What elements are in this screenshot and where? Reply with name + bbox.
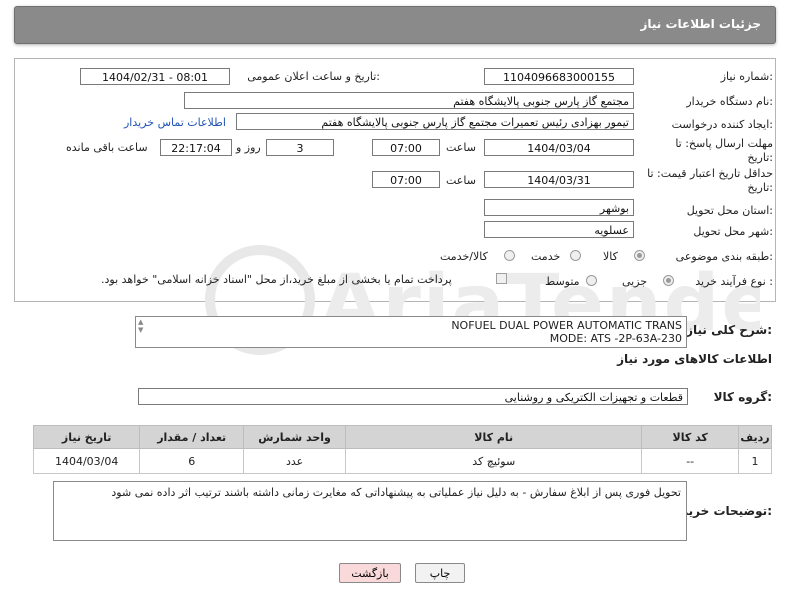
summary-line-2: MODE: ATS -2P-63A-230 bbox=[549, 332, 682, 345]
category-option-goods-service: کالا/خدمت bbox=[440, 250, 488, 263]
cell-need-date: 1404/03/04 bbox=[32, 448, 141, 474]
cell-unit: عدد bbox=[243, 448, 347, 474]
deadline-date-field: 1404/03/04 bbox=[484, 139, 634, 156]
creator-field: تیمور بهزادی رئیس تعمیرات مجتمع گاز پارس… bbox=[236, 113, 634, 130]
buyer-notes-textarea[interactable]: تحویل فوری پس از ابلاغ سفارش - به دلیل ن… bbox=[53, 481, 687, 541]
category-option-goods: کالا bbox=[603, 250, 618, 263]
days-label: روز و bbox=[236, 141, 261, 154]
goods-group-field: قطعات و تجهیزات الکتریکی و روشنایی bbox=[138, 388, 688, 405]
category-radio-goods-service[interactable] bbox=[504, 250, 515, 261]
summary-textarea[interactable]: ▲ ▼ NOFUEL DUAL POWER AUTOMATIC TRANS MOD… bbox=[135, 316, 687, 348]
validity-date-field: 1404/03/31 bbox=[484, 171, 634, 188]
table-row[interactable]: 1 -- سوئیچ کد عدد 6 1404/03/04 bbox=[32, 448, 772, 474]
col-header-row-number: ردیف bbox=[738, 425, 772, 449]
page-header: جزئیات اطلاعات نیاز bbox=[14, 6, 776, 44]
goods-group-label: گروه کالا: bbox=[713, 390, 772, 404]
cell-quantity: 6 bbox=[139, 448, 245, 474]
remaining-label: ساعت باقی مانده bbox=[66, 141, 148, 154]
buyer-org-field: مجتمع گاز پارس جنوبی پالایشگاه هفتم bbox=[184, 92, 634, 109]
announce-label: تاریخ و ساعت اعلان عمومی: bbox=[247, 70, 380, 83]
process-label: نوع فرآیند خرید : bbox=[695, 275, 773, 288]
category-option-service: خدمت bbox=[531, 250, 561, 263]
process-radio-medium[interactable] bbox=[586, 275, 597, 286]
col-header-item-name: نام کالا bbox=[345, 425, 643, 449]
days-field: 3 bbox=[266, 139, 334, 156]
summary-line-1: NOFUEL DUAL POWER AUTOMATIC TRANS bbox=[451, 319, 682, 332]
city-label: شهر محل تحویل: bbox=[693, 225, 773, 238]
validity-time-field: 07:00 bbox=[372, 171, 440, 188]
goods-section-title: اطلاعات کالاهای مورد نیاز bbox=[617, 352, 772, 366]
validity-time-label: ساعت bbox=[446, 174, 476, 187]
city-field: عسلویه bbox=[484, 221, 634, 238]
remaining-time-field: 22:17:04 bbox=[160, 139, 232, 156]
buyer-notes-text: تحویل فوری پس از ابلاغ سفارش - به دلیل ن… bbox=[111, 486, 681, 499]
items-table: ردیف کد کالا نام کالا واحد شمارش تعداد /… bbox=[32, 425, 772, 474]
buyer-org-label: نام دستگاه خریدار: bbox=[686, 95, 773, 108]
province-label: استان محل تحویل: bbox=[686, 204, 773, 217]
treasury-payment-checkbox[interactable] bbox=[496, 273, 507, 284]
need-number-field: 1104096683000155 bbox=[484, 68, 634, 85]
buyer-contact-link[interactable]: اطلاعات تماس خریدار bbox=[124, 116, 226, 129]
creator-label: ایجاد کننده درخواست: bbox=[671, 118, 773, 131]
process-option-medium: متوسط bbox=[545, 275, 580, 288]
col-header-item-code: کد کالا bbox=[641, 425, 740, 449]
col-header-unit: واحد شمارش bbox=[243, 425, 347, 449]
print-button[interactable]: چاپ bbox=[415, 563, 465, 583]
back-button[interactable]: بازگشت bbox=[339, 563, 401, 583]
cell-row-number: 1 bbox=[738, 448, 772, 474]
col-header-quantity: تعداد / مقدار bbox=[139, 425, 245, 449]
col-header-need-date: تاریخ نیاز bbox=[32, 425, 141, 449]
deadline-time-field: 07:00 bbox=[372, 139, 440, 156]
process-radio-minor[interactable] bbox=[663, 275, 674, 286]
cell-item-name: سوئیچ کد bbox=[345, 448, 643, 474]
announce-datetime-field: 1404/02/31 - 08:01 bbox=[80, 68, 230, 85]
cell-item-code: -- bbox=[641, 448, 740, 474]
category-radio-goods[interactable] bbox=[634, 250, 645, 261]
need-number-label: شماره نیاز: bbox=[720, 70, 773, 83]
deadline-label: مهلت ارسال پاسخ: تا تاریخ: bbox=[675, 137, 773, 164]
page-title: جزئیات اطلاعات نیاز bbox=[640, 17, 761, 31]
process-option-minor: جزیی bbox=[622, 275, 648, 288]
category-radio-service[interactable] bbox=[570, 250, 581, 261]
table-header-row: ردیف کد کالا نام کالا واحد شمارش تعداد /… bbox=[32, 425, 772, 449]
deadline-time-label: ساعت bbox=[446, 141, 476, 154]
province-field: بوشهر bbox=[484, 199, 634, 216]
validity-label: حداقل تاریخ اعتبار قیمت: تا تاریخ: bbox=[647, 167, 773, 194]
summary-label: شرح کلی نیاز: bbox=[686, 323, 772, 337]
payment-note: پرداخت تمام یا بخشی از مبلغ خرید،از محل … bbox=[101, 273, 452, 286]
scroll-arrows-icon[interactable]: ▲ ▼ bbox=[138, 318, 148, 334]
category-label: طبقه بندی موضوعی: bbox=[675, 250, 773, 263]
